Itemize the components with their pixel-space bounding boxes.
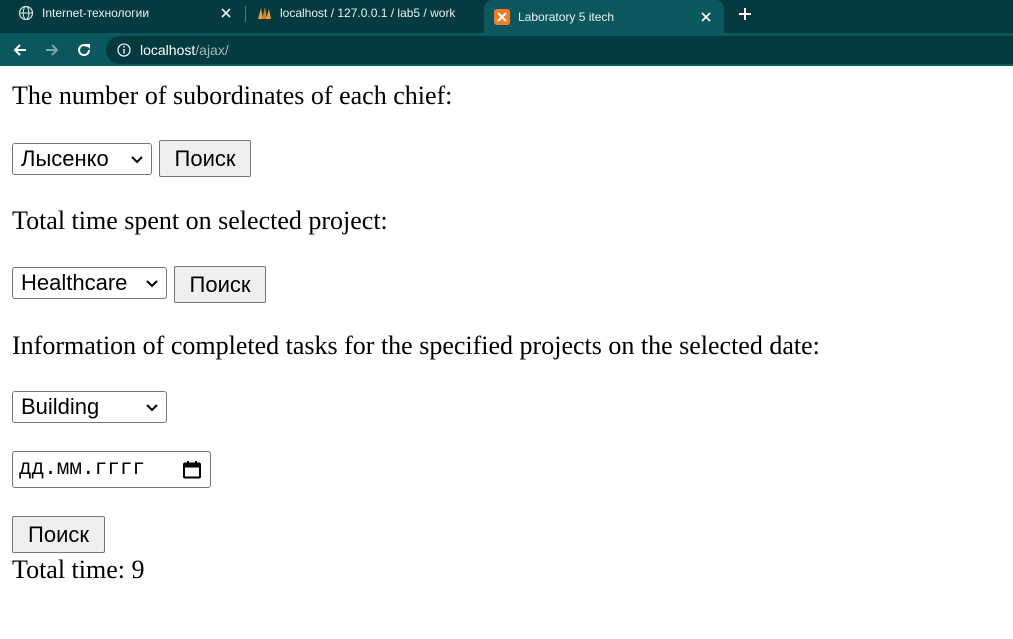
url-path: /ajax/	[195, 42, 229, 58]
forward-button[interactable]	[40, 38, 64, 62]
chief-select[interactable]: Лысенко	[12, 143, 152, 175]
search-chief-button[interactable]: Поиск	[159, 140, 251, 177]
arrow-left-icon	[13, 44, 26, 56]
globe-icon	[18, 5, 34, 21]
tasks-project-select-value: Building	[21, 394, 100, 419]
tasks-project-select[interactable]: Building	[12, 391, 167, 423]
site-info-icon[interactable]	[116, 42, 132, 58]
tab-strip: Internet-технологии localhost / 127.0.0.…	[0, 0, 1013, 33]
xampp-icon	[494, 8, 510, 25]
tab-title: Laboratory 5 itech	[518, 9, 615, 24]
result-total-time: Total time: 9	[12, 555, 145, 584]
chief-subordinates-heading: The number of subordinates of each chief…	[12, 81, 453, 110]
url-host: localhost	[140, 42, 196, 58]
tab-separator	[245, 6, 246, 22]
browser-toolbar: localhost/ajax/	[0, 33, 1013, 66]
phpmyadmin-icon	[256, 5, 272, 21]
date-placeholder: дд.мм.гггг	[19, 458, 146, 481]
address-bar[interactable]: localhost/ajax/	[106, 36, 1013, 64]
tab-internet-technologies[interactable]: Internet-технологии	[10, 0, 244, 26]
chief-select-value: Лысенко	[21, 146, 109, 171]
chevron-down-icon	[131, 156, 143, 164]
close-tab-icon[interactable]	[698, 9, 714, 25]
search-project-button[interactable]: Поиск	[174, 266, 266, 303]
chevron-down-icon	[146, 280, 158, 288]
tab-title: Internet-технологии	[42, 6, 150, 20]
project-select-value: Healthcare	[21, 270, 128, 295]
close-tab-icon[interactable]	[218, 5, 234, 21]
tab-title: localhost / 127.0.0.1 / lab5 / work	[280, 6, 456, 20]
arrow-right-icon	[46, 44, 59, 56]
reload-button[interactable]	[72, 38, 96, 62]
search-tasks-button[interactable]: Поиск	[12, 516, 105, 553]
new-tab-button[interactable]	[734, 3, 756, 25]
calendar-icon	[183, 461, 201, 479]
tab-phpmyadmin[interactable]: localhost / 127.0.0.1 / lab5 / work	[248, 0, 484, 26]
chevron-down-icon	[146, 404, 158, 412]
page-content: The number of subordinates of each chief…	[0, 66, 1013, 639]
project-time-heading: Total time spent on selected project:	[12, 206, 388, 235]
tab-laboratory[interactable]: Laboratory 5 itech	[484, 0, 724, 33]
date-input[interactable]: дд.мм.гггг	[12, 451, 211, 488]
reload-icon	[78, 44, 91, 57]
completed-tasks-heading: Information of completed tasks for the s…	[12, 331, 820, 360]
project-select[interactable]: Healthcare	[12, 267, 167, 299]
back-button[interactable]	[8, 38, 32, 62]
